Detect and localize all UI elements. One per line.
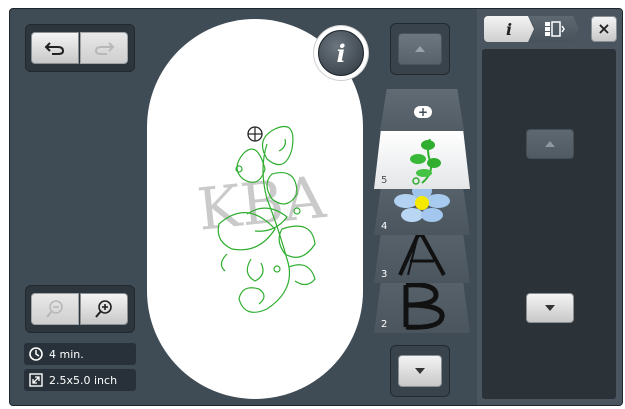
design-size-value: 2.5x5.0 inch xyxy=(49,373,118,387)
close-button[interactable]: × xyxy=(591,16,617,42)
stitch-time-row: 4 min. xyxy=(24,343,136,365)
redo-icon xyxy=(94,42,115,55)
zoom-out-button[interactable] xyxy=(31,293,79,325)
right-panel: i × xyxy=(477,9,622,405)
layer-thumbnail-letter-b xyxy=(403,283,445,330)
layer-card-5[interactable]: 5 xyxy=(374,131,470,189)
layer-number: 3 xyxy=(381,269,388,280)
layer-number: 4 xyxy=(381,221,388,232)
layer-card-2[interactable]: 2 xyxy=(374,283,470,333)
embroidery-screen: KBA i + 5 4 3 2 4 min. 2.5x5.0 inch i × xyxy=(9,8,623,406)
layer-number: 2 xyxy=(381,319,388,330)
crosshair-icon xyxy=(247,126,263,142)
arrow-up-icon xyxy=(545,141,555,147)
info-button[interactable]: i xyxy=(314,26,368,80)
zoom-panel xyxy=(25,285,135,333)
undo-button[interactable] xyxy=(31,32,79,64)
stitch-time-value: 4 min. xyxy=(49,347,84,361)
close-icon: × xyxy=(597,19,611,38)
add-layer-icon: + xyxy=(414,106,432,118)
arrow-up-icon xyxy=(415,46,425,52)
clock-icon xyxy=(29,347,43,361)
layer-scroll-down-button[interactable] xyxy=(398,355,442,387)
right-panel-content xyxy=(482,49,616,399)
layer-scroll-up-button[interactable] xyxy=(398,33,442,65)
design-size-row: 2.5x5.0 inch xyxy=(24,369,136,391)
undo-icon xyxy=(44,42,65,55)
info-icon: i xyxy=(336,38,346,68)
panel-scroll-up-button[interactable] xyxy=(526,129,574,159)
undo-redo-panel xyxy=(25,24,135,72)
layer-card-3[interactable]: 3 xyxy=(374,235,470,283)
tab-sequence[interactable] xyxy=(529,16,579,42)
arrow-down-icon xyxy=(545,305,555,311)
zoom-in-button[interactable] xyxy=(80,293,128,325)
arrow-down-icon xyxy=(415,368,425,374)
layer-scroll-down-panel xyxy=(390,345,450,397)
redo-button[interactable] xyxy=(80,32,128,64)
resize-icon xyxy=(29,373,43,387)
zoom-in-icon xyxy=(95,300,112,318)
layer-number: 5 xyxy=(381,175,388,186)
panel-scroll-down-button[interactable] xyxy=(526,293,574,323)
sequence-icon xyxy=(545,21,565,37)
layer-add-card[interactable]: + xyxy=(380,89,464,131)
layer-stack: + 5 4 3 2 xyxy=(372,87,472,333)
layer-thumbnail-letter-a xyxy=(398,235,446,276)
info-tab-icon: i xyxy=(505,19,513,39)
layer-scroll-up-panel xyxy=(390,23,450,75)
layer-thumbnail-floral xyxy=(410,138,441,185)
zoom-out-icon xyxy=(46,300,63,318)
tab-info[interactable]: i xyxy=(484,16,534,42)
layer-card-4[interactable]: 4 xyxy=(374,189,470,235)
